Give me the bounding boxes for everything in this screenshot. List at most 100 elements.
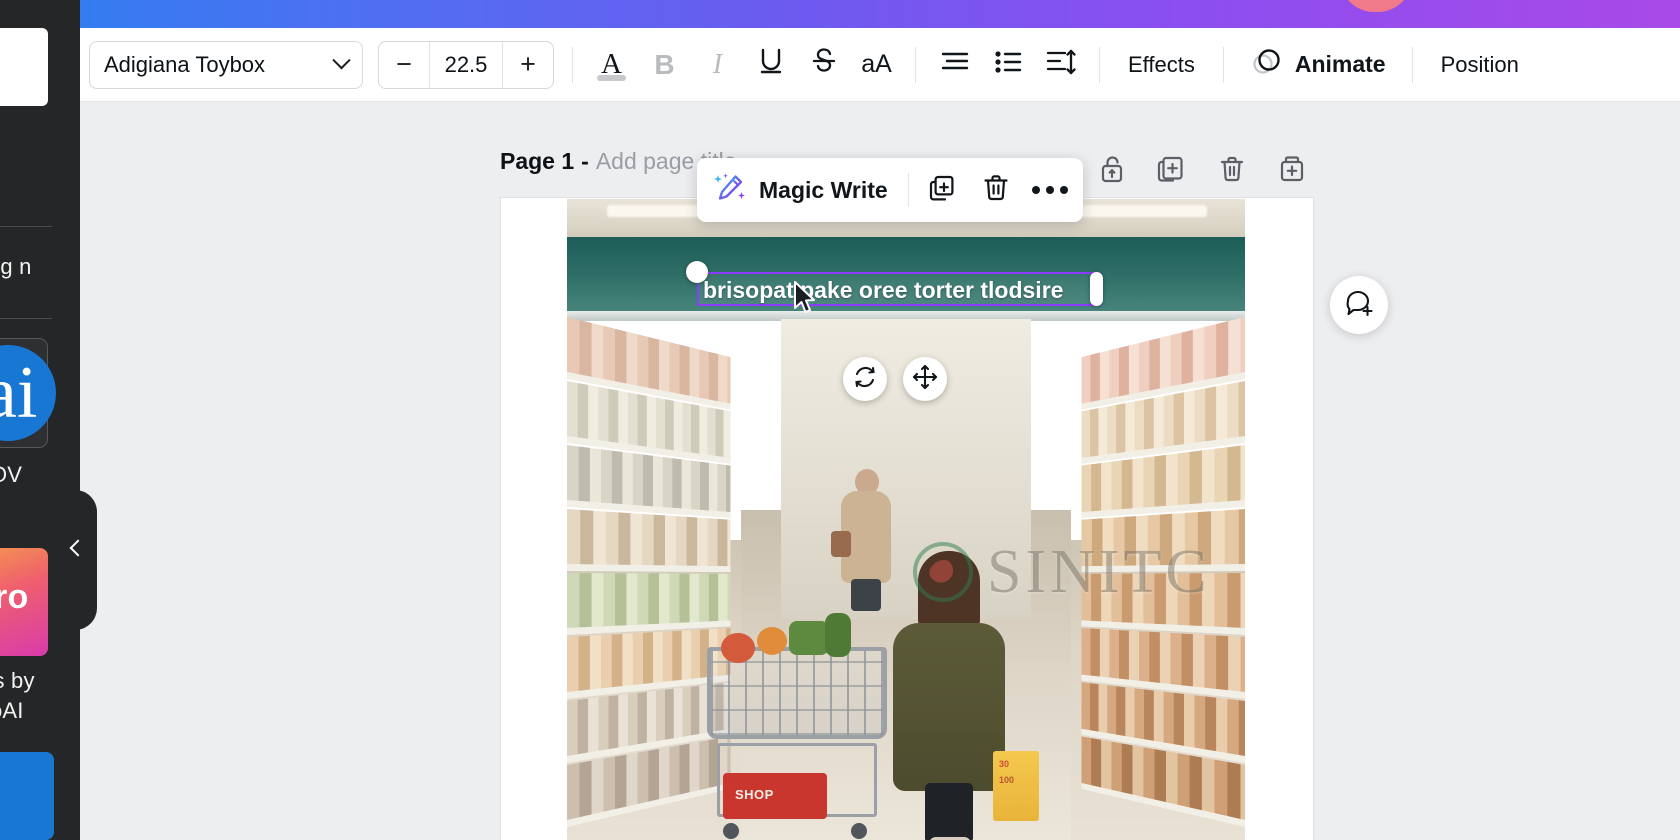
bulleted-list-icon bbox=[993, 49, 1023, 80]
more-options-button[interactable] bbox=[1023, 165, 1077, 215]
selected-text-content[interactable]: brisopat pake oree torter tlodsire bbox=[703, 275, 1099, 305]
chevron-left-icon bbox=[69, 539, 87, 557]
left-sidebar: ng n ai OV ro rs by oAI bbox=[0, 0, 80, 840]
bold-button[interactable]: B bbox=[638, 38, 691, 91]
element-context-toolbar: Magic Write bbox=[697, 158, 1083, 222]
shopping-bag: 30 100 bbox=[993, 751, 1039, 821]
sidebar-divider-mid bbox=[0, 318, 52, 319]
rotate-icon bbox=[852, 364, 878, 395]
top-strip-blob bbox=[1340, 0, 1412, 12]
magic-write-button[interactable]: Magic Write bbox=[703, 166, 902, 214]
font-size-stepper: − 22.5 + bbox=[378, 40, 554, 89]
sidebar-bottom-card[interactable] bbox=[0, 752, 54, 840]
sidebar-pro-label: ro bbox=[0, 578, 29, 616]
sidebar-label-by: rs by bbox=[0, 668, 35, 693]
unlock-button[interactable] bbox=[1086, 145, 1138, 197]
decrease-font-size-button[interactable]: − bbox=[379, 42, 429, 88]
text-align-button[interactable] bbox=[928, 38, 981, 91]
context-divider bbox=[907, 173, 909, 207]
add-page-button[interactable] bbox=[1266, 145, 1318, 197]
move-handle-button[interactable] bbox=[903, 357, 947, 401]
sidebar-label-top: ng n bbox=[0, 254, 32, 279]
watermark-text: SINITC bbox=[987, 537, 1211, 606]
paragraph-group bbox=[928, 38, 1087, 91]
rotate-handle-button[interactable] bbox=[843, 357, 887, 401]
chevron-down-icon bbox=[332, 51, 351, 70]
magic-write-label: Magic Write bbox=[759, 176, 888, 203]
strikethrough-icon bbox=[811, 46, 837, 83]
sidebar-divider-top bbox=[0, 226, 52, 227]
strikethrough-button[interactable] bbox=[797, 38, 850, 91]
unlock-icon bbox=[1098, 154, 1126, 189]
duplicate-page-icon bbox=[1157, 154, 1187, 189]
underline-icon bbox=[758, 46, 784, 83]
page-tools bbox=[1086, 145, 1318, 197]
toolbar-divider-4 bbox=[1222, 46, 1224, 83]
font-family-select[interactable]: Adigiana Toybox bbox=[89, 40, 363, 89]
duplicate-icon bbox=[927, 173, 957, 208]
letter-case-icon: aA bbox=[861, 50, 892, 78]
italic-button[interactable]: I bbox=[691, 38, 744, 91]
duplicate-page-button[interactable] bbox=[1146, 145, 1198, 197]
text-color-swatch bbox=[597, 75, 626, 81]
bag-sublabel: 100 bbox=[999, 775, 1015, 785]
line-spacing-button[interactable] bbox=[1034, 38, 1087, 91]
add-comment-button[interactable] bbox=[1330, 276, 1388, 334]
bag-label: 30 bbox=[999, 759, 1010, 769]
text-align-icon bbox=[940, 49, 970, 80]
cart-sign-label: SHOP bbox=[735, 787, 774, 802]
toolbar-divider-5 bbox=[1411, 46, 1413, 83]
sidebar-label-ov: OV bbox=[0, 462, 23, 487]
cart-sign: SHOP bbox=[723, 773, 827, 819]
italic-icon: I bbox=[712, 48, 723, 80]
font-family-value: Adigiana Toybox bbox=[104, 51, 266, 77]
top-gradient-strip bbox=[0, 0, 1680, 28]
shopper-bg-bag bbox=[831, 531, 851, 557]
underline-button[interactable] bbox=[744, 38, 797, 91]
animate-circles-icon bbox=[1250, 47, 1284, 82]
duplicate-element-button[interactable] bbox=[915, 165, 969, 215]
sidebar-label-oai: oAI bbox=[0, 698, 24, 723]
cart-produce-2 bbox=[757, 627, 787, 655]
delete-page-icon bbox=[1218, 154, 1246, 189]
shopper-bg-legs bbox=[851, 579, 881, 611]
sidebar-ai-label: ai bbox=[0, 352, 38, 434]
font-size-input[interactable]: 22.5 bbox=[429, 41, 503, 88]
cart-produce-4 bbox=[825, 613, 851, 657]
app-root: ng n ai OV ro rs by oAI Adigiana Toybox … bbox=[0, 0, 1680, 840]
bulleted-list-button[interactable] bbox=[981, 38, 1034, 91]
cart-wheel-right bbox=[851, 823, 867, 839]
add-page-icon bbox=[1277, 154, 1307, 189]
delete-page-button[interactable] bbox=[1206, 145, 1258, 197]
magic-pencil-icon bbox=[713, 171, 747, 210]
cart-wheel-left bbox=[723, 823, 739, 839]
sidebar-white-card bbox=[0, 28, 48, 106]
text-style-group: A B I aA bbox=[585, 38, 903, 91]
animate-button[interactable]: Animate bbox=[1236, 47, 1400, 82]
more-options-icon bbox=[1031, 186, 1068, 194]
animate-label: Animate bbox=[1294, 51, 1386, 77]
line-spacing-icon bbox=[1045, 48, 1077, 81]
shopping-cart: SHOP bbox=[707, 613, 887, 840]
shopper-main-legs bbox=[925, 783, 973, 840]
effects-button[interactable]: Effects bbox=[1112, 52, 1211, 78]
text-format-toolbar: Adigiana Toybox − 22.5 + A B I aA Effect… bbox=[80, 28, 1680, 102]
selected-text-element[interactable]: brisopat pake oree torter tlodsire bbox=[697, 272, 1101, 306]
shopper-main-coat bbox=[893, 623, 1005, 791]
watermark-logo-icon bbox=[913, 542, 973, 602]
move-icon bbox=[912, 364, 938, 395]
text-color-button[interactable]: A bbox=[585, 38, 638, 91]
letter-case-button[interactable]: aA bbox=[850, 38, 903, 91]
watermark: SINITC bbox=[913, 532, 1245, 612]
sidebar-collapse-button[interactable] bbox=[63, 490, 97, 630]
delete-element-button[interactable] bbox=[969, 165, 1023, 215]
position-button[interactable]: Position bbox=[1425, 52, 1535, 78]
selection-handle-right[interactable] bbox=[1090, 272, 1103, 306]
bold-icon: B bbox=[654, 48, 675, 80]
page-title-separator: - bbox=[581, 148, 589, 174]
cart-mesh bbox=[711, 651, 883, 735]
selection-handle-left[interactable] bbox=[686, 261, 708, 283]
comment-add-icon bbox=[1344, 288, 1374, 323]
increase-font-size-button[interactable]: + bbox=[503, 42, 553, 88]
cart-produce-3 bbox=[789, 621, 829, 655]
